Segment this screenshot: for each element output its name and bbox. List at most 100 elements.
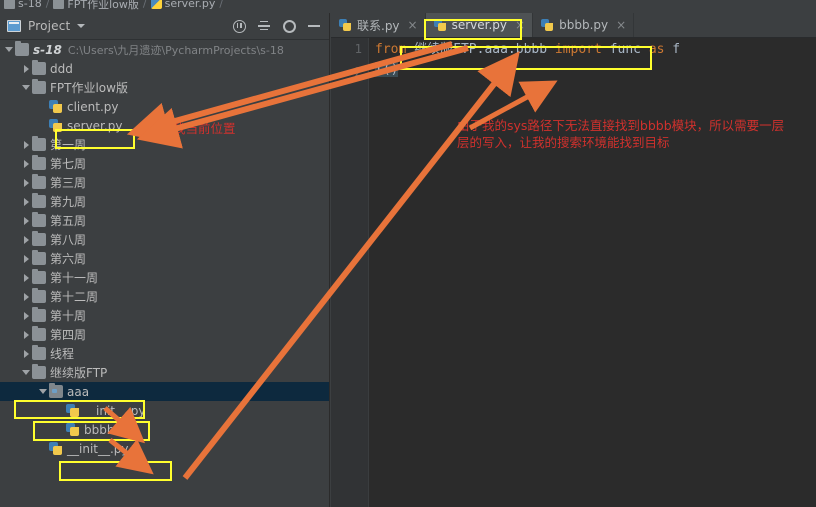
collapse-all-button[interactable] xyxy=(230,17,248,35)
python-file-icon xyxy=(541,18,554,32)
editor-tab[interactable]: bbbb.py × xyxy=(533,13,635,37)
breadcrumb-label: s-18 xyxy=(18,0,42,10)
tree-row[interactable]: __init__.py xyxy=(0,401,329,420)
code-lines: from 继续版FTP.aaa.bbbb import func as f f(… xyxy=(375,40,816,80)
chevron-right-icon[interactable] xyxy=(21,329,32,340)
tree-row-label: 第三周 xyxy=(50,176,87,190)
minimize-button[interactable] xyxy=(305,17,323,35)
code-area[interactable]: 1 2 from 继续版FTP.aaa.bbbb import func as … xyxy=(331,38,816,507)
tree-row-label: server.py xyxy=(67,118,123,133)
close-icon[interactable]: × xyxy=(408,19,418,31)
tree-row[interactable]: 第九周 xyxy=(0,192,329,211)
python-file-icon xyxy=(66,422,80,437)
project-tree[interactable]: s-18 C:\Users\九月遗迹\PycharmProjects\s-18 dd… xyxy=(0,40,329,507)
chevron-right-icon[interactable] xyxy=(21,215,32,226)
call-expression: f() xyxy=(375,62,399,77)
tree-row-label: 第九周 xyxy=(50,195,87,209)
tree-row-label: 第十周 xyxy=(50,309,87,323)
chevron-down-icon[interactable] xyxy=(21,82,32,93)
folder-icon xyxy=(32,345,46,360)
project-panel-header: Project xyxy=(0,13,329,40)
tree-row-label: 继续版FTP xyxy=(50,366,108,380)
tree-row[interactable]: 第一周 xyxy=(0,135,329,154)
tree-row[interactable]: aaa xyxy=(0,382,329,401)
tree-row[interactable]: 第十周 xyxy=(0,306,329,325)
tree-row[interactable]: 继续版FTP xyxy=(0,363,329,382)
close-icon[interactable]: × xyxy=(515,19,525,31)
tree-row[interactable]: 第十二周 xyxy=(0,287,329,306)
tree-row[interactable]: FPT作业low版 xyxy=(0,78,329,97)
chevron-right-icon[interactable] xyxy=(21,196,32,207)
chevron-right-icon[interactable] xyxy=(21,272,32,283)
tree-row[interactable]: 第四周 xyxy=(0,325,329,344)
tree-row-label: 第六周 xyxy=(50,252,87,266)
tree-row[interactable]: 第十一周 xyxy=(0,268,329,287)
tree-row-label: aaa xyxy=(67,384,90,399)
code-line-2: f() xyxy=(375,60,816,80)
tree-row[interactable]: client.py xyxy=(0,97,329,116)
tree-row[interactable]: 第三周 xyxy=(0,173,329,192)
chevron-right-icon[interactable] xyxy=(21,253,32,264)
tree-row-label: __init__.py xyxy=(67,441,129,456)
tree-row-label: FPT作业low版 xyxy=(50,81,128,95)
tree-row[interactable]: 线程 xyxy=(0,344,329,363)
tree-row[interactable]: server.py xyxy=(0,116,329,135)
folder-icon xyxy=(32,326,46,341)
expand-all-button[interactable] xyxy=(255,17,273,35)
editor-tab-label: bbbb.py xyxy=(559,18,609,32)
tree-row[interactable]: 第六周 xyxy=(0,249,329,268)
tree-row[interactable]: __init__.py xyxy=(0,439,329,458)
chevron-down-icon[interactable] xyxy=(38,386,49,397)
tree-row-label: 第四周 xyxy=(50,328,87,342)
editor-annotation-note: 由于我的sys路径下无法直接找到bbbb模块，所以需要一层层的写入，让我的搜索环… xyxy=(457,118,785,150)
breadcrumb-separator: / xyxy=(142,0,147,10)
tree-row-label: 第一周 xyxy=(50,138,87,152)
breadcrumb-label: server.py xyxy=(164,0,216,10)
folder-icon xyxy=(32,60,46,75)
python-file-icon xyxy=(150,0,162,9)
chevron-right-icon[interactable] xyxy=(21,177,32,188)
tree-row[interactable]: bbbb.py xyxy=(0,420,329,439)
chevron-down-icon[interactable] xyxy=(77,24,86,28)
chevron-right-icon[interactable] xyxy=(21,63,32,74)
tree-row[interactable]: s-18 C:\Users\九月遗迹\PycharmProjects\s-18 xyxy=(0,40,329,59)
folder-icon xyxy=(32,269,46,284)
tree-row[interactable]: 第五周 xyxy=(0,211,329,230)
close-icon[interactable]: × xyxy=(616,19,626,31)
breadcrumb-item-2[interactable]: server.py xyxy=(150,0,216,10)
code-line-1: from 继续版FTP.aaa.bbbb import func as f xyxy=(375,40,816,60)
chevron-down-icon[interactable] xyxy=(21,367,32,378)
tree-row-label: ddd xyxy=(50,61,73,76)
alias-name: f xyxy=(664,42,681,57)
editor-tab[interactable]: 联系.py × xyxy=(331,13,426,37)
folder-icon xyxy=(32,364,46,379)
breadcrumb-label: FPT作业low版 xyxy=(67,0,139,11)
tree-row[interactable]: 第七周 xyxy=(0,154,329,173)
editor-area: 联系.py × server.py × bbbb.py × 1 2 from 继续版FTP… xyxy=(331,13,816,507)
editor-tabbar: 联系.py × server.py × bbbb.py × xyxy=(331,13,816,38)
folder-icon xyxy=(32,136,46,151)
editor-tab[interactable]: server.py × xyxy=(425,13,534,37)
breadcrumb-item-1[interactable]: FPT作业low版 xyxy=(53,0,139,12)
breadcrumb-separator: / xyxy=(45,0,50,10)
breadcrumb-separator: / xyxy=(219,0,224,10)
python-file-icon xyxy=(66,403,80,418)
breadcrumb-item-0[interactable]: s-18 xyxy=(4,0,42,10)
tree-row[interactable]: ddd xyxy=(0,59,329,78)
tree-row-label: client.py xyxy=(67,99,119,114)
settings-button[interactable] xyxy=(280,17,298,35)
chevron-right-icon[interactable] xyxy=(21,291,32,302)
line-number: 2 xyxy=(354,64,362,79)
chevron-right-icon[interactable] xyxy=(21,310,32,321)
chevron-down-icon[interactable] xyxy=(4,44,15,55)
editor-gutter: 1 2 xyxy=(331,38,369,507)
folder-icon xyxy=(32,193,46,208)
chevron-right-icon[interactable] xyxy=(21,234,32,245)
chevron-right-icon[interactable] xyxy=(21,348,32,359)
tree-row[interactable]: 第八周 xyxy=(0,230,329,249)
chevron-right-icon[interactable] xyxy=(21,158,32,169)
chevron-right-icon[interactable] xyxy=(21,139,32,150)
